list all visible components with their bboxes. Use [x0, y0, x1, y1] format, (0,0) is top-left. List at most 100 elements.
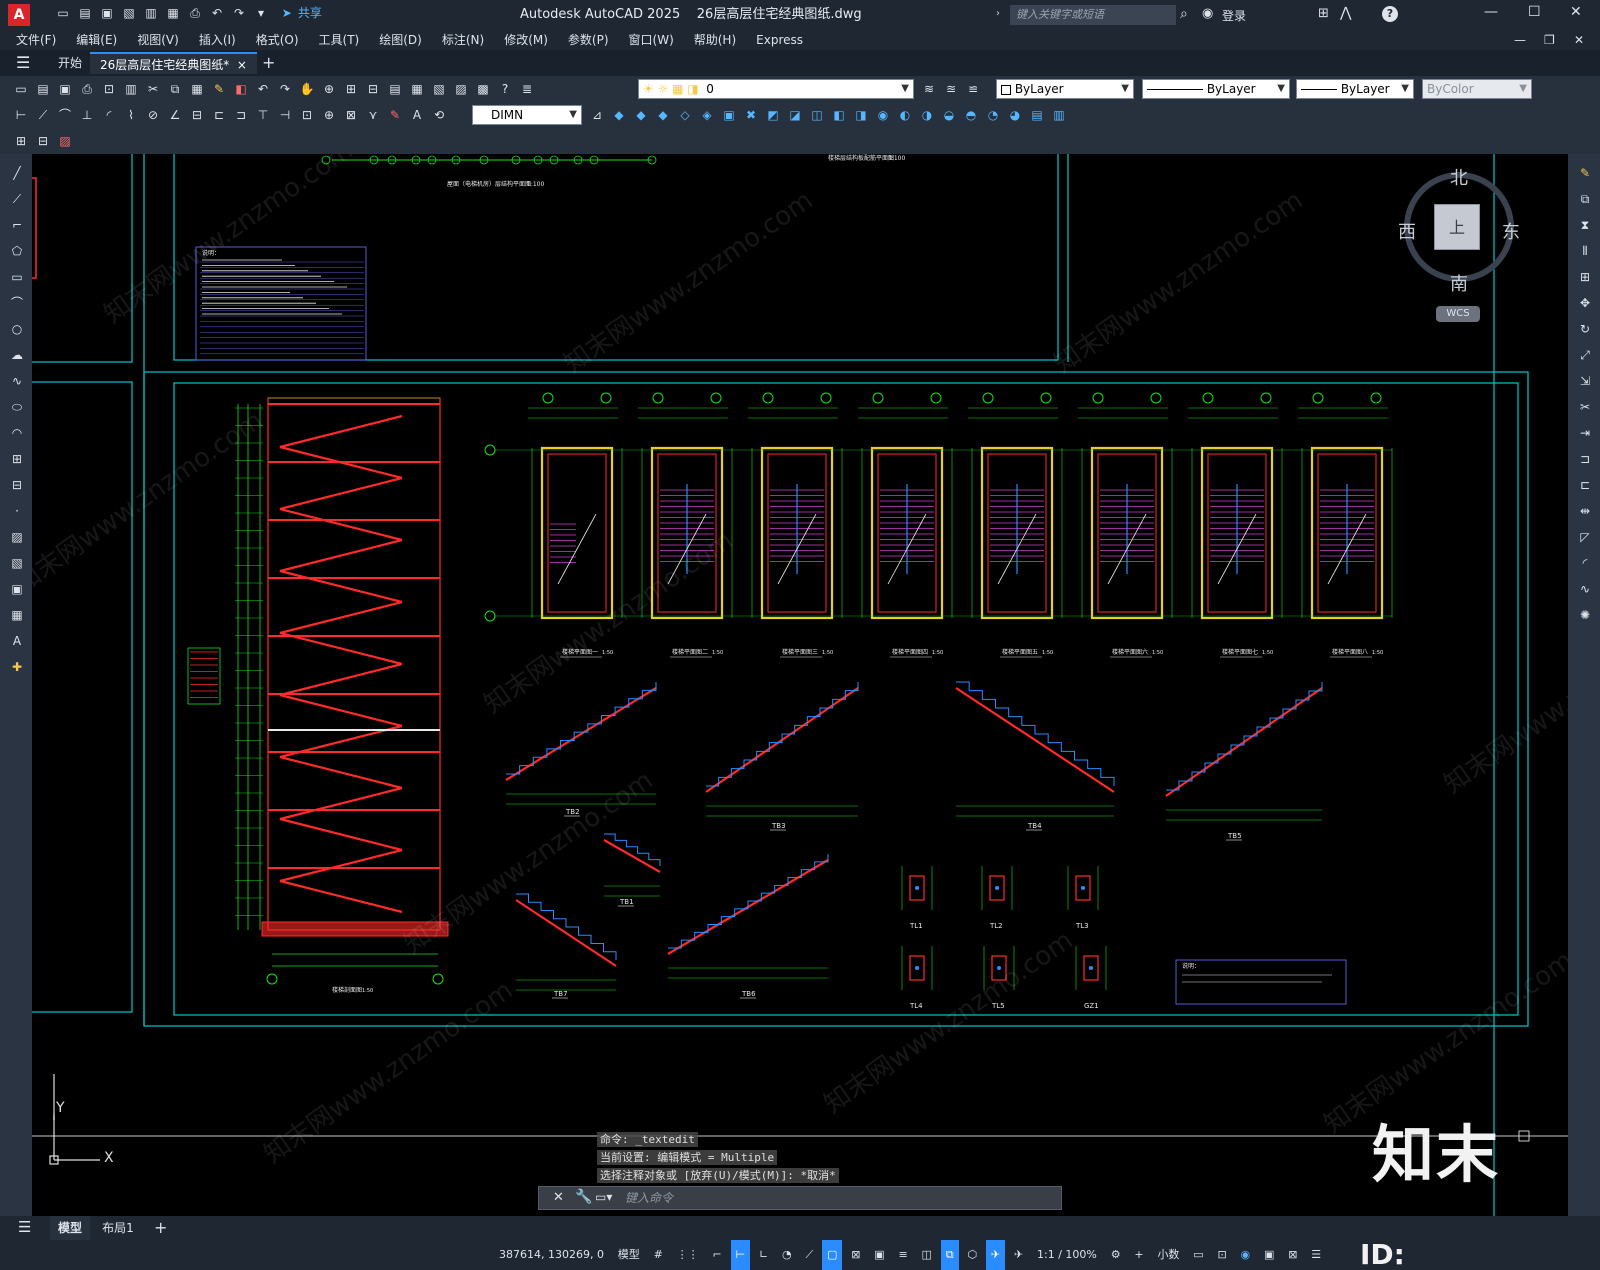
gizmo-icon[interactable]: ⬡: [962, 1240, 982, 1270]
quick-dim-icon[interactable]: ⊟: [187, 105, 207, 125]
autodesk-app-icon[interactable]: ⋀: [1340, 5, 1351, 21]
web-icon[interactable]: ▦: [163, 3, 183, 23]
modify-tool-14-icon[interactable]: ◐: [895, 105, 915, 125]
dim-radius-icon[interactable]: ◜: [99, 105, 119, 125]
paste-icon[interactable]: ▦: [187, 79, 207, 99]
dim-update-icon[interactable]: ⟲: [429, 105, 449, 125]
menu-item-5[interactable]: 工具(T): [309, 30, 370, 50]
polar-icon[interactable]: ◔: [777, 1240, 797, 1270]
add-selected-icon[interactable]: ✚: [7, 657, 27, 677]
explode-icon[interactable]: ✺: [1575, 605, 1595, 625]
modify-tool-15-icon[interactable]: ◑: [917, 105, 937, 125]
menu-item-0[interactable]: 文件(F): [6, 30, 66, 50]
modify-tool-18-icon[interactable]: ◔: [983, 105, 1003, 125]
attribute-icon[interactable]: ▨: [55, 131, 75, 151]
make-block-icon[interactable]: ⊟: [33, 131, 53, 151]
plus-icon[interactable]: +: [1129, 1240, 1148, 1270]
modify-tool-3-icon[interactable]: ◆: [653, 105, 673, 125]
array-icon[interactable]: ⊞: [1575, 267, 1595, 287]
dim-ordinate-icon[interactable]: ⊥: [77, 105, 97, 125]
lock-ui-icon[interactable]: ⊡: [1213, 1240, 1232, 1270]
modify-tool-21-icon[interactable]: ▥: [1049, 105, 1069, 125]
command-prompt-icon[interactable]: ▭▾: [595, 1190, 612, 1204]
break-point-icon[interactable]: ⊐: [1575, 449, 1595, 469]
dim-break-icon[interactable]: ⊣: [275, 105, 295, 125]
publish-icon[interactable]: ▥: [141, 3, 161, 23]
block-icon[interactable]: ◧: [231, 79, 251, 99]
inspect-icon[interactable]: ⊠: [341, 105, 361, 125]
login-link[interactable]: 登录: [1222, 7, 1246, 24]
modify-tool-7-icon[interactable]: ✖: [741, 105, 761, 125]
isodraft-icon[interactable]: ⟋: [800, 1240, 818, 1270]
menu-item-12[interactable]: Express: [746, 30, 813, 50]
grid-icon[interactable]: #: [649, 1240, 668, 1270]
autoscale-icon[interactable]: ✈: [1009, 1240, 1028, 1270]
copy-obj-icon[interactable]: ⧉: [1575, 189, 1595, 209]
print-icon[interactable]: ⎙: [185, 3, 205, 23]
pan-icon[interactable]: ✋: [297, 79, 317, 99]
copy-icon[interactable]: ⧉: [165, 79, 185, 99]
cart-icon[interactable]: ⊞: [1318, 6, 1329, 21]
modify-tool-5-icon[interactable]: ◈: [697, 105, 717, 125]
annotation-scale[interactable]: 1:1 / 100%: [1032, 1240, 1102, 1270]
modify-tool-19-icon[interactable]: ◕: [1005, 105, 1025, 125]
quick-props-icon[interactable]: ▭: [1188, 1240, 1208, 1270]
polygon-icon[interactable]: ⬠: [7, 241, 27, 261]
modify-tool-11-icon[interactable]: ◧: [829, 105, 849, 125]
viewcube-top-face[interactable]: 上: [1434, 204, 1480, 250]
scale-icon[interactable]: ⤢: [1575, 345, 1595, 365]
undo2-icon[interactable]: ↶: [253, 79, 273, 99]
dim-text-edit-icon[interactable]: A: [407, 105, 427, 125]
jogged-linear-icon[interactable]: ⋎: [363, 105, 383, 125]
menu-item-1[interactable]: 编辑(E): [66, 30, 127, 50]
table-icon[interactable]: ▦: [7, 605, 27, 625]
properties-icon[interactable]: ▤: [385, 79, 405, 99]
clean-screen-icon[interactable]: ⊠: [1283, 1240, 1302, 1270]
menu-item-3[interactable]: 插入(I): [189, 30, 246, 50]
dim-baseline-icon[interactable]: ⊏: [209, 105, 229, 125]
color-dropdown[interactable]: ByLayer ▼: [996, 79, 1134, 99]
dimstyle-dropdown[interactable]: DIMN ▼: [472, 105, 582, 125]
command-line[interactable]: ✕ 🔧 ▭▾ 键入命令: [538, 1186, 1062, 1210]
model-space-toggle[interactable]: 模型: [613, 1240, 645, 1270]
tab-model[interactable]: 模型: [50, 1216, 90, 1240]
modify-tool-1-icon[interactable]: ◆: [609, 105, 629, 125]
redo-icon[interactable]: ↷: [229, 3, 249, 23]
rectangle-icon[interactable]: ▭: [7, 267, 27, 287]
offset-icon[interactable]: ⫴: [1575, 241, 1595, 261]
ellipse-icon[interactable]: ⬭: [7, 397, 27, 417]
point-icon[interactable]: ·: [7, 501, 27, 521]
maximize-button[interactable]: ☐: [1528, 4, 1541, 20]
more-icon[interactable]: ▾: [251, 3, 271, 23]
zoom-prev-icon[interactable]: ⊟: [363, 79, 383, 99]
join-icon[interactable]: ⇹: [1575, 501, 1595, 521]
dyn-input-icon[interactable]: ⊢: [730, 1240, 751, 1270]
layer-props-icon[interactable]: ≣: [517, 79, 537, 99]
plotstyle-dropdown[interactable]: ByColor ▼: [1422, 79, 1532, 99]
command-close-icon[interactable]: ✕: [553, 1190, 564, 1205]
zoom-window-icon[interactable]: ⊞: [341, 79, 361, 99]
save-file-icon[interactable]: ▣: [55, 79, 75, 99]
layer-current-icon[interactable]: ≋: [919, 79, 939, 99]
compass-south[interactable]: 南: [1450, 270, 1468, 296]
circle-icon[interactable]: ○: [7, 319, 27, 339]
share-icon[interactable]: ➤: [277, 3, 297, 23]
sheet-set-icon[interactable]: ▨: [451, 79, 471, 99]
hatch-icon[interactable]: ▨: [7, 527, 27, 547]
modify-tool-9-icon[interactable]: ◪: [785, 105, 805, 125]
menu-item-6[interactable]: 绘图(D): [369, 30, 432, 50]
modify-tool-13-icon[interactable]: ◉: [873, 105, 893, 125]
layer-dropdown[interactable]: ☀ ☼ ▦ ◨ 0 ▼: [638, 79, 914, 99]
tab-layout1[interactable]: 布局1: [98, 1216, 138, 1240]
block-make-icon[interactable]: ⊟: [7, 475, 27, 495]
publish-3d-icon[interactable]: ▥: [121, 79, 141, 99]
dim-angular-icon[interactable]: ∠: [165, 105, 185, 125]
osnap-icon[interactable]: ▢: [821, 1240, 843, 1270]
dim-diameter-icon[interactable]: ⊘: [143, 105, 163, 125]
modify-tool-4-icon[interactable]: ◇: [675, 105, 695, 125]
menu-item-8[interactable]: 修改(M): [494, 30, 558, 50]
calculator-icon[interactable]: ▩: [473, 79, 493, 99]
save-icon[interactable]: ▣: [97, 3, 117, 23]
tab-close-icon[interactable]: ×: [237, 58, 247, 72]
modify-tool-12-icon[interactable]: ◨: [851, 105, 871, 125]
